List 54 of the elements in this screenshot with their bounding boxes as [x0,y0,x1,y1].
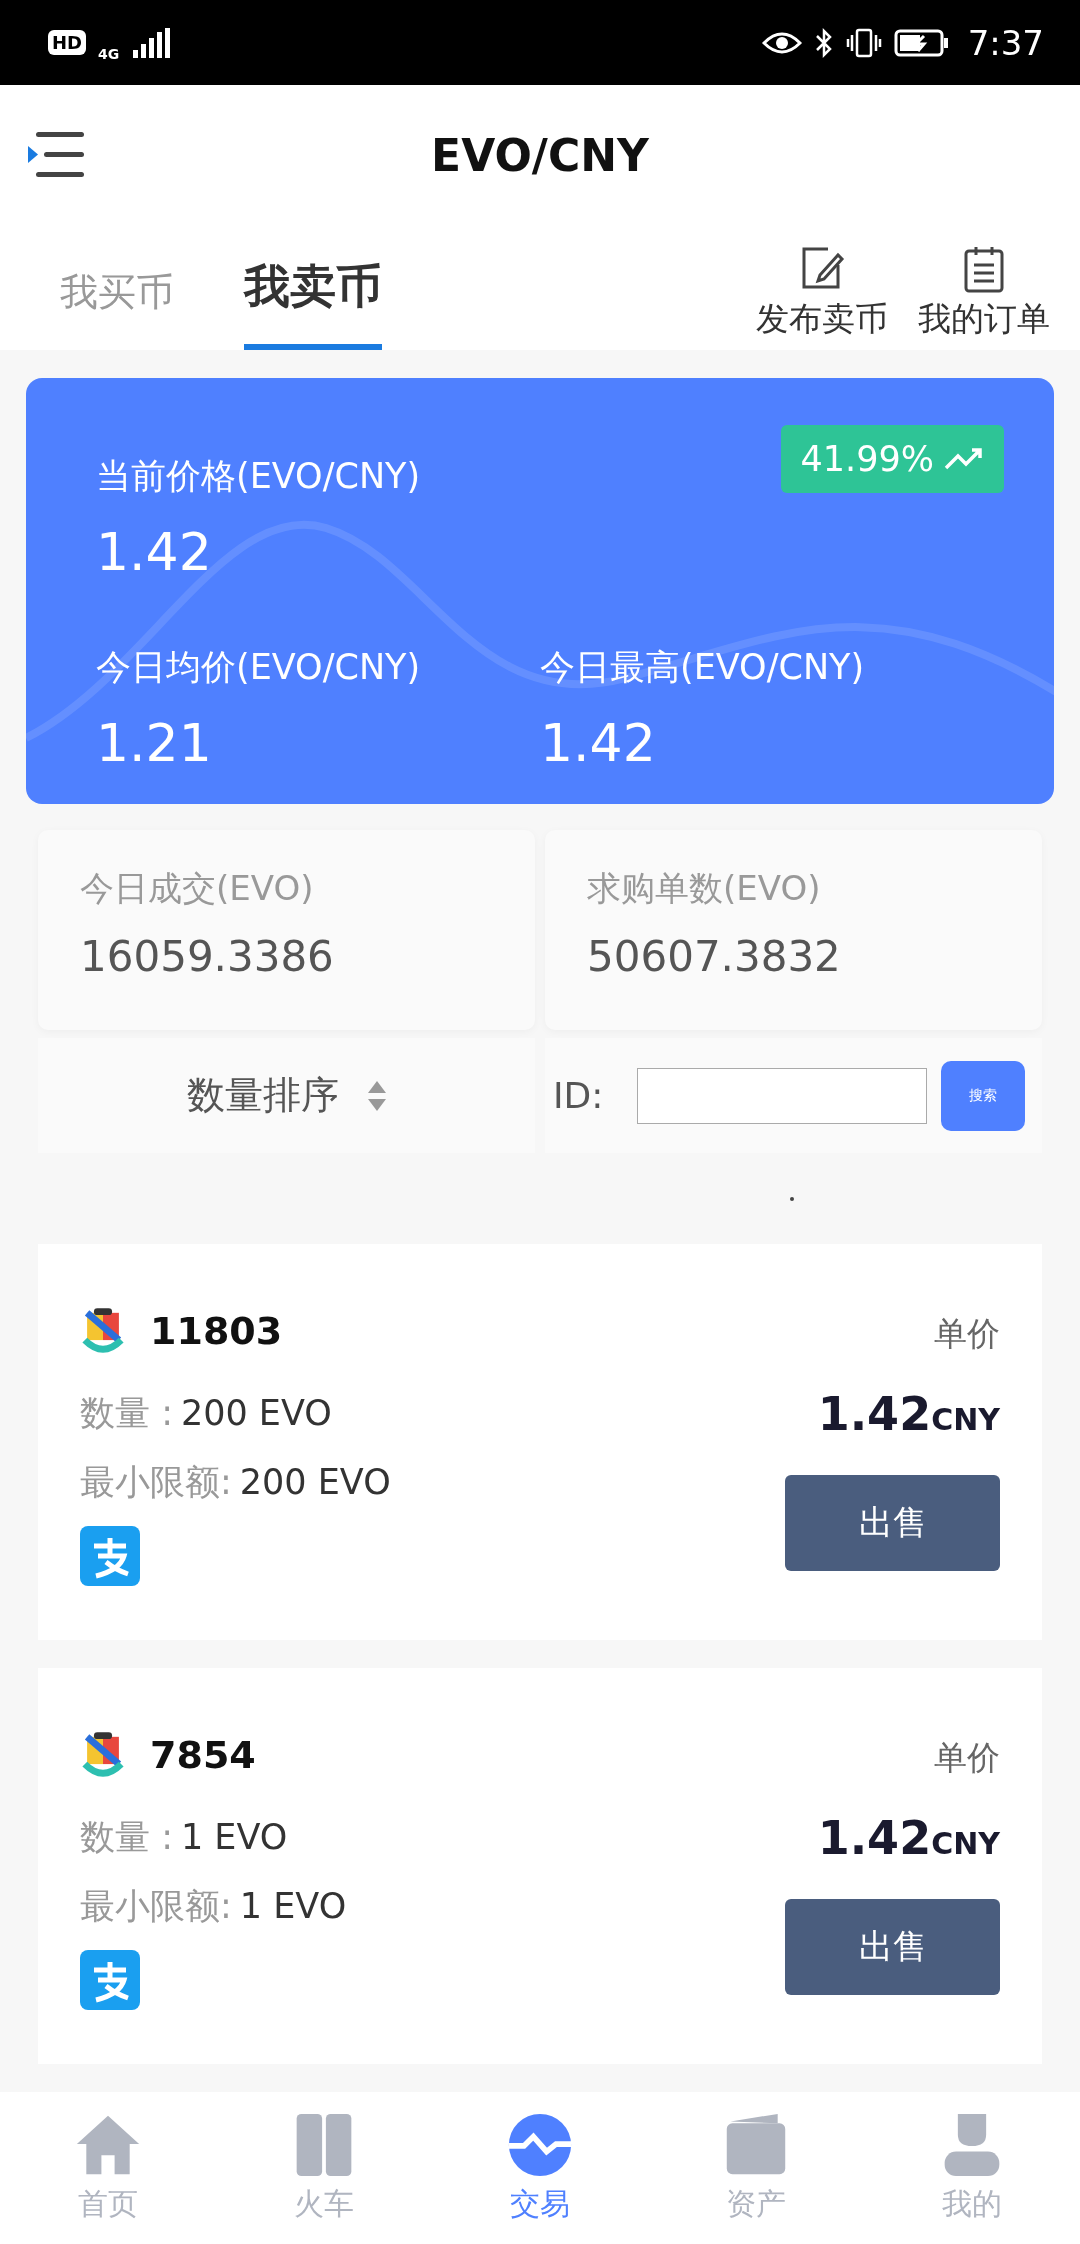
trade-icon [507,2111,573,2178]
signal-icon [131,27,172,58]
user-id: 11803 [150,1309,283,1353]
tab[interactable]: 我卖币 [244,256,382,350]
unit-price: 1.42CNY [817,1811,1000,1865]
summary-value: 50607.3832 [587,932,842,982]
quantity-value: 200 EVO [180,1393,332,1433]
id-label: ID: [553,1075,604,1117]
search-button[interactable]: 搜索 [941,1060,1026,1131]
stat-label: 今日均价(EVO/CNY) [96,646,422,689]
user-logo-icon [80,1306,126,1356]
stat-value: 1.42 [540,713,657,773]
hd-badge: HD [48,30,86,55]
user-id: 7854 [150,1733,256,1777]
clock-time: 7:37 [967,22,1044,63]
battery-icon [893,27,950,58]
nav-tab[interactable]: 我的 [939,2111,1005,2225]
action-button[interactable]: 发布卖币 [756,245,888,342]
quantity-label: 数量 : [80,1817,173,1857]
summary-label: 求购单数(EVO) [587,867,822,911]
alipay-icon [80,1526,140,1586]
nav-tab[interactable]: 交易 [507,2111,573,2225]
min-limit-label: 最小限额: [80,1462,232,1502]
unit-price-label: 单价 [934,1313,1000,1355]
tab[interactable]: 我买币 [60,267,174,350]
network-label: 4G [98,45,120,62]
separator-dot [790,1196,794,1201]
user-logo-icon [80,1730,126,1780]
min-limit-label: 最小限额: [80,1886,232,1926]
action-button[interactable]: 我的订单 [918,245,1050,342]
nav-tab[interactable]: 首页 [75,2111,141,2225]
summary-value: 16059.3386 [80,932,335,982]
quantity-value: 1 EVO [180,1817,288,1857]
min-limit-value: 200 EVO [239,1462,391,1502]
min-limit-value: 1 EVO [239,1886,347,1926]
nav-tab[interactable]: 资产 [723,2111,789,2225]
sell-button[interactable]: 出售 [785,1899,1000,1995]
vibrate-icon [845,26,882,59]
nav-tab[interactable]: 火车 [291,2111,357,2225]
bluetooth-icon [813,26,834,59]
alipay-icon [80,1950,140,2010]
menu-icon[interactable] [26,130,86,180]
summary-label: 今日成交(EVO) [80,867,315,911]
price-value: 1.42 [96,522,213,582]
price-label: 当前价格(EVO/CNY) [96,455,421,498]
id-input-field[interactable] [637,1067,928,1124]
quantity-label: 数量 : [80,1393,173,1433]
sell-button[interactable]: 出售 [785,1475,1000,1571]
unit-price-label: 单价 [934,1737,1000,1779]
page-title: EVO/CNY [430,129,650,181]
stat-label: 今日最高(EVO/CNY) [540,646,866,689]
stat-value: 1.21 [96,713,213,773]
change-text: 41.99% [800,439,934,479]
unit-price: 1.42CNY [817,1387,1000,1441]
